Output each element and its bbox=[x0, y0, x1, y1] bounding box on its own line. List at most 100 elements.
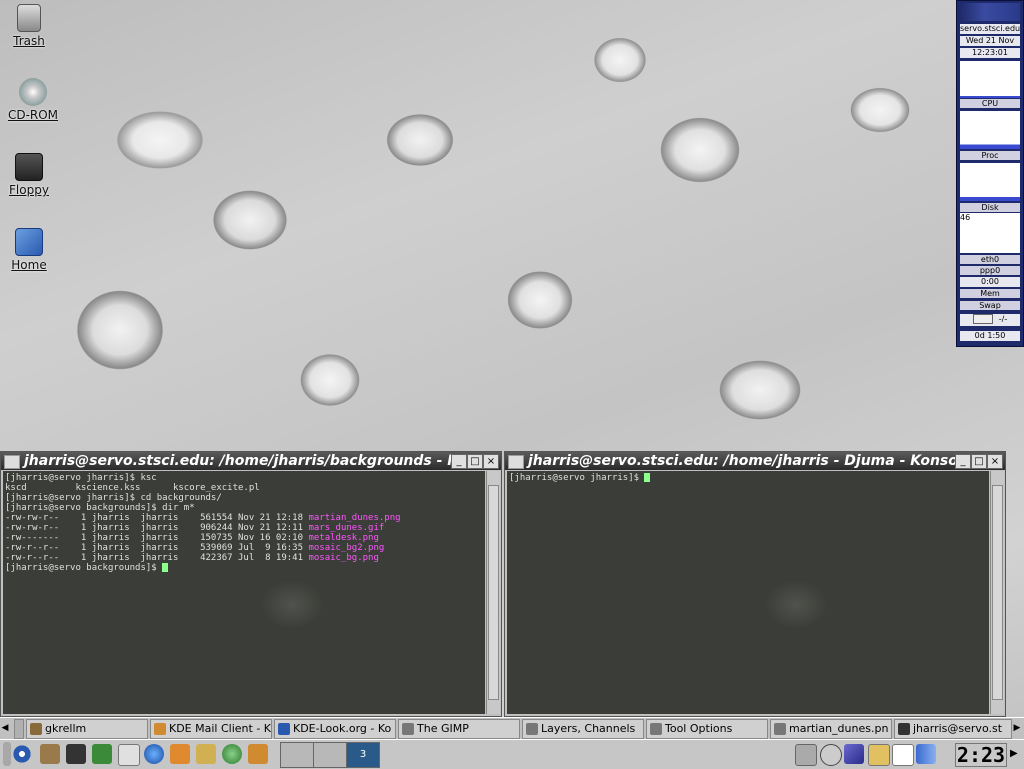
kde-panel: 3 2:23 ▶ bbox=[0, 739, 1024, 769]
prompt: [jharris@servo backgrounds]$ bbox=[5, 563, 163, 573]
app-icon bbox=[278, 723, 290, 735]
taskbar-label: KDE Mail Client - K bbox=[169, 722, 271, 735]
window-title: jharris@servo.stsci.edu: /home/jharris/b… bbox=[24, 453, 453, 469]
taskbar-handle[interactable] bbox=[14, 719, 24, 739]
mail-row[interactable]: -/- bbox=[960, 314, 1020, 326]
calendar-icon[interactable] bbox=[892, 744, 914, 766]
terminal-window-right[interactable]: jharris@servo.stsci.edu: /home/jharris -… bbox=[504, 451, 1006, 717]
gkrellm-date: Wed 21 Nov bbox=[960, 36, 1020, 46]
window-menu-icon[interactable] bbox=[508, 455, 524, 469]
terminal-output[interactable]: [jharris@servo jharris]$ bbox=[507, 471, 989, 714]
settings-icon[interactable] bbox=[248, 744, 268, 764]
mail-client-icon[interactable] bbox=[170, 744, 190, 764]
terminal-icon[interactable] bbox=[92, 744, 112, 764]
titlebar[interactable]: jharris@servo.stsci.edu: /home/jharris -… bbox=[505, 452, 1005, 470]
maximize-button[interactable]: □ bbox=[467, 454, 483, 469]
terminal-line: [jharris@servo jharris]$ ksc bbox=[5, 473, 157, 483]
app-icon bbox=[526, 723, 538, 735]
swap-label: Swap bbox=[960, 301, 1020, 310]
file-meta: -rw-rw-r-- bbox=[5, 523, 60, 533]
kde-menu-icon[interactable] bbox=[12, 744, 32, 764]
close-button[interactable]: × bbox=[483, 454, 499, 469]
minimize-button[interactable]: _ bbox=[955, 454, 971, 469]
taskbar-label: martian_dunes.pn bbox=[789, 722, 889, 735]
home-icon bbox=[15, 228, 43, 256]
taskbar-button[interactable]: Tool Options bbox=[646, 719, 768, 739]
panel-clock[interactable]: 2:23 bbox=[955, 743, 1007, 767]
desktop-icon-home[interactable]: Home bbox=[0, 228, 64, 272]
file-listing: -rw-rw-r-- 1 jharris jharris 561554 Nov … bbox=[5, 513, 483, 563]
taskbar-button[interactable]: KDE-Look.org - Ko bbox=[274, 719, 396, 739]
taskbar-label: jharris@servo.st bbox=[913, 722, 1003, 735]
panel-handle[interactable] bbox=[3, 742, 11, 766]
panel-hide-arrow-icon[interactable]: ▶ bbox=[1010, 744, 1022, 764]
scrollbar[interactable] bbox=[990, 471, 1004, 714]
cpu-label: CPU bbox=[960, 99, 1020, 108]
window-list-icon[interactable] bbox=[66, 744, 86, 764]
cpu-graph bbox=[960, 61, 1020, 98]
taskbar-scroll-right-icon[interactable]: ▶ bbox=[1012, 719, 1022, 737]
taskbar-button[interactable]: gkrellm bbox=[26, 719, 148, 739]
power-icon[interactable] bbox=[820, 744, 842, 766]
file-name: mosaic_bg.png bbox=[308, 553, 379, 563]
scrollbar-thumb[interactable] bbox=[488, 485, 499, 700]
home-folder-icon[interactable] bbox=[118, 744, 140, 766]
window-title: jharris@servo.stsci.edu: /home/jharris -… bbox=[528, 453, 958, 469]
ppp-label: ppp0 bbox=[960, 266, 1020, 275]
scrollbar[interactable] bbox=[486, 471, 500, 714]
taskbar-label: Tool Options bbox=[665, 722, 733, 735]
taskbar-button[interactable]: KDE Mail Client - K bbox=[150, 719, 272, 739]
pager-desktop-2[interactable] bbox=[313, 742, 347, 768]
scrollbar-thumb[interactable] bbox=[992, 485, 1003, 700]
file-row: -rw-r--r-- 1 jharris jharris 539069 Jul … bbox=[5, 543, 483, 553]
editor-icon[interactable] bbox=[196, 744, 216, 764]
file-details: 1 jharris jharris 906244 Nov 21 12:11 bbox=[59, 523, 309, 533]
desktop-icon-floppy[interactable]: Floppy bbox=[0, 153, 64, 197]
eth-label: eth0 bbox=[960, 255, 1020, 264]
app-icon bbox=[650, 723, 662, 735]
ppp-time: 0:00 bbox=[960, 277, 1020, 287]
app-icon bbox=[154, 723, 166, 735]
taskbar-button[interactable]: The GIMP bbox=[398, 719, 520, 739]
cdrom-icon bbox=[19, 78, 47, 106]
pager-desktop-current[interactable]: 3 bbox=[346, 742, 380, 768]
window-menu-icon[interactable] bbox=[4, 455, 20, 469]
net-graph: 46 bbox=[960, 213, 1020, 253]
file-name: martian_dunes.png bbox=[308, 513, 401, 523]
file-meta: -rw-r--r-- bbox=[5, 553, 60, 563]
taskbar-label: The GIMP bbox=[417, 722, 469, 735]
lock-icon[interactable] bbox=[795, 744, 817, 766]
minimize-button[interactable]: _ bbox=[451, 454, 467, 469]
disk-value: 46 bbox=[960, 213, 971, 222]
taskbar-button[interactable]: martian_dunes.pn bbox=[770, 719, 892, 739]
file-details: 1 jharris jharris 422367 Jul 8 19:41 bbox=[59, 553, 309, 563]
clipboard-icon[interactable] bbox=[868, 744, 890, 766]
maximize-button[interactable]: □ bbox=[971, 454, 987, 469]
network-icon[interactable] bbox=[222, 744, 242, 764]
terminal-window-left[interactable]: jharris@servo.stsci.edu: /home/jharris/b… bbox=[0, 451, 502, 717]
desktop-icon-cdrom[interactable]: CD-ROM bbox=[0, 78, 68, 122]
gears-icon[interactable] bbox=[40, 744, 60, 764]
taskbar-button[interactable]: Layers, Channels bbox=[522, 719, 644, 739]
taskbar-scroll-left-icon[interactable]: ◀ bbox=[0, 719, 10, 737]
gkrellm-header bbox=[960, 3, 1020, 21]
close-button[interactable]: × bbox=[987, 454, 1003, 469]
file-details: 1 jharris jharris 539069 Jul 9 16:35 bbox=[59, 543, 309, 553]
keyboard-icon[interactable] bbox=[844, 744, 864, 764]
browser-icon[interactable] bbox=[144, 744, 164, 764]
pager-desktop-1[interactable] bbox=[280, 742, 314, 768]
prompt: [jharris@servo jharris]$ bbox=[509, 473, 645, 483]
file-name: mars_dunes.gif bbox=[308, 523, 385, 533]
gkrellm-monitor[interactable]: servo.stsci.edu Wed 21 Nov 12:23:01 CPU … bbox=[956, 0, 1024, 347]
terminal-output[interactable]: [jharris@servo jharris]$ ksc kscd kscien… bbox=[3, 471, 485, 714]
proc-graph bbox=[960, 111, 1020, 149]
desktop-icon-trash[interactable]: Trash bbox=[0, 4, 64, 48]
taskbar-button[interactable]: jharris@servo.st bbox=[894, 719, 1012, 739]
volume-icon[interactable] bbox=[916, 744, 936, 764]
gkrellm-time: 12:23:01 bbox=[960, 48, 1020, 58]
app-icon bbox=[30, 723, 42, 735]
taskbar-label: KDE-Look.org - Ko bbox=[293, 722, 392, 735]
terminal-line: kscd ksciencе.kss kscore_excite.pl bbox=[5, 483, 260, 493]
proc-label: Proc bbox=[960, 151, 1020, 160]
titlebar[interactable]: jharris@servo.stsci.edu: /home/jharris/b… bbox=[1, 452, 501, 470]
